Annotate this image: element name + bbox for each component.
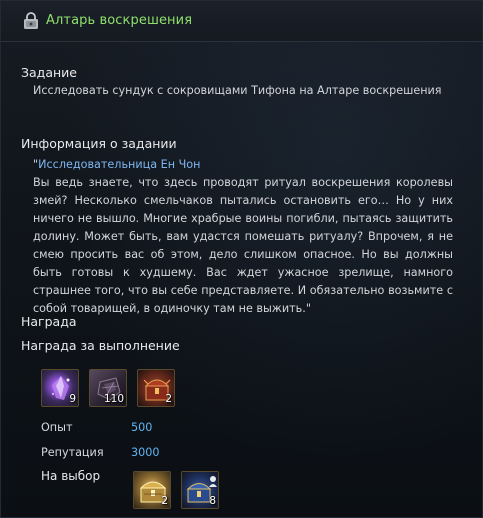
reward-slot-2[interactable]: 110 (89, 369, 127, 407)
exp-value: 500 (131, 421, 153, 434)
reward-heading: Награда (21, 314, 77, 329)
choice-slot-2[interactable]: 8 (181, 471, 219, 509)
completion-reward-heading: Награда за выполнение (21, 338, 180, 353)
reputation-label: Репутация (41, 446, 104, 459)
info-heading: Информация о задании (21, 136, 177, 151)
reward-count-3: 2 (165, 393, 172, 405)
title-bar: Алтарь воскрешения (1, 1, 482, 42)
reward-slot-3[interactable]: 2 (137, 369, 175, 407)
reward-count-1: 9 (69, 393, 76, 405)
reward-count-2: 110 (103, 393, 124, 405)
choice-count-2: 8 (209, 495, 216, 507)
lock-quest-icon (24, 12, 38, 29)
reputation-value: 3000 (131, 446, 160, 459)
quest-window: Алтарь воскрешения Задание Исследовать с… (0, 0, 483, 518)
speaker-name: Исследовательница Ен Чон (38, 158, 201, 171)
quest-dialogue: "Исследовательница Ен Чон Вы ведь знаете,… (33, 156, 453, 318)
task-heading: Задание (21, 65, 77, 80)
choice-heading: На выбор (41, 469, 101, 483)
choice-count-1: 2 (161, 495, 168, 507)
dialogue-text: Вы ведь знаете, что здесь проводят ритуа… (33, 176, 453, 315)
reward-slot-1[interactable]: 9 (41, 369, 79, 407)
exp-label: Опыт (41, 421, 73, 434)
choice-slot-1[interactable]: 2 (133, 471, 171, 509)
task-description: Исследовать сундук с сокровищами Тифона … (33, 84, 442, 97)
window-title: Алтарь воскрешения (46, 13, 193, 28)
